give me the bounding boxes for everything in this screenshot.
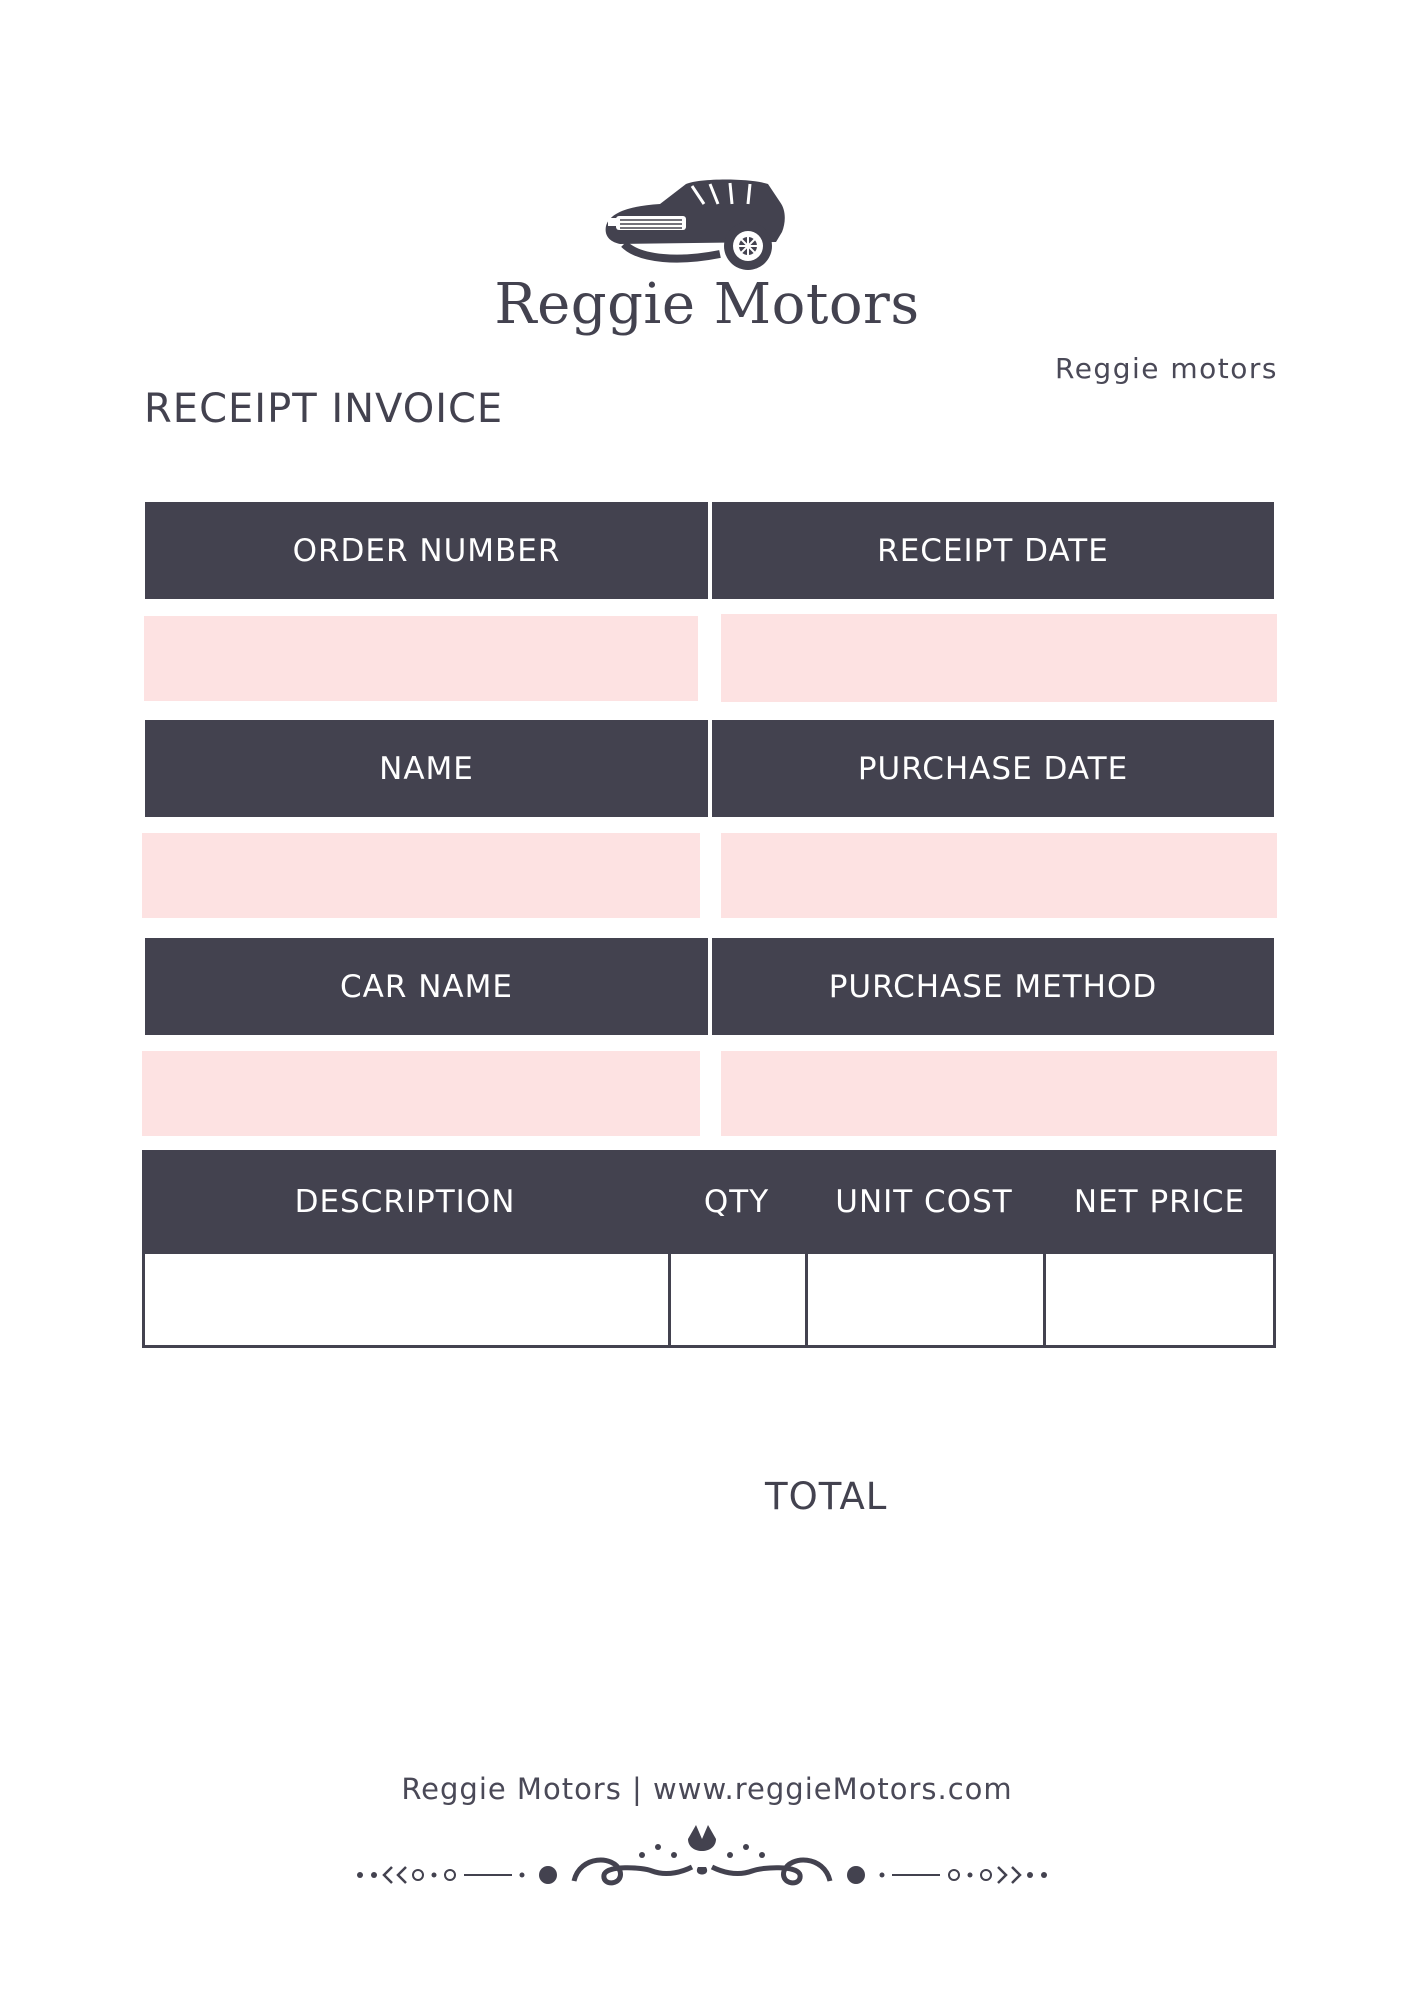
net-price-cell[interactable] [1046,1254,1276,1345]
items-table-header: DESCRIPTION QTY UNIT COST NET PRICE [142,1150,1276,1254]
purchase-date-field[interactable] [721,833,1277,918]
car-icon [605,179,785,270]
order-number-field[interactable] [144,616,698,701]
purchase-method-header: PURCHASE METHOD [712,938,1274,1035]
column-qty: QTY [703,1184,770,1220]
items-table: DESCRIPTION QTY UNIT COST NET PRICE [142,1150,1276,1348]
brand-name: Reggie Motors [494,272,920,337]
receipt-date-header: RECEIPT DATE [712,502,1274,599]
column-net-price: NET PRICE [1073,1184,1246,1220]
car-name-field[interactable] [142,1051,700,1136]
order-number-header: ORDER NUMBER [145,502,708,599]
purchase-date-header: PURCHASE DATE [712,720,1274,817]
footer-text: Reggie Motors | www.reggieMotors.com [401,1772,1013,1806]
qty-cell[interactable] [671,1254,808,1345]
receipt-date-field[interactable] [721,614,1277,702]
name-header: NAME [145,720,708,817]
table-row [142,1254,1276,1348]
column-unit-cost: UNIT COST [835,1184,1013,1220]
sub-brand: Reggie motors [1055,352,1278,385]
total-label: TOTAL [765,1475,888,1518]
name-field[interactable] [142,833,700,918]
unit-cost-cell[interactable] [808,1254,1046,1345]
purchase-method-field[interactable] [721,1051,1277,1136]
document-title: RECEIPT INVOICE [144,386,504,432]
decorative-flourish-icon [357,1825,1047,1886]
column-description: DESCRIPTION [294,1184,516,1220]
car-name-header: CAR NAME [145,938,708,1035]
description-cell[interactable] [145,1254,671,1345]
